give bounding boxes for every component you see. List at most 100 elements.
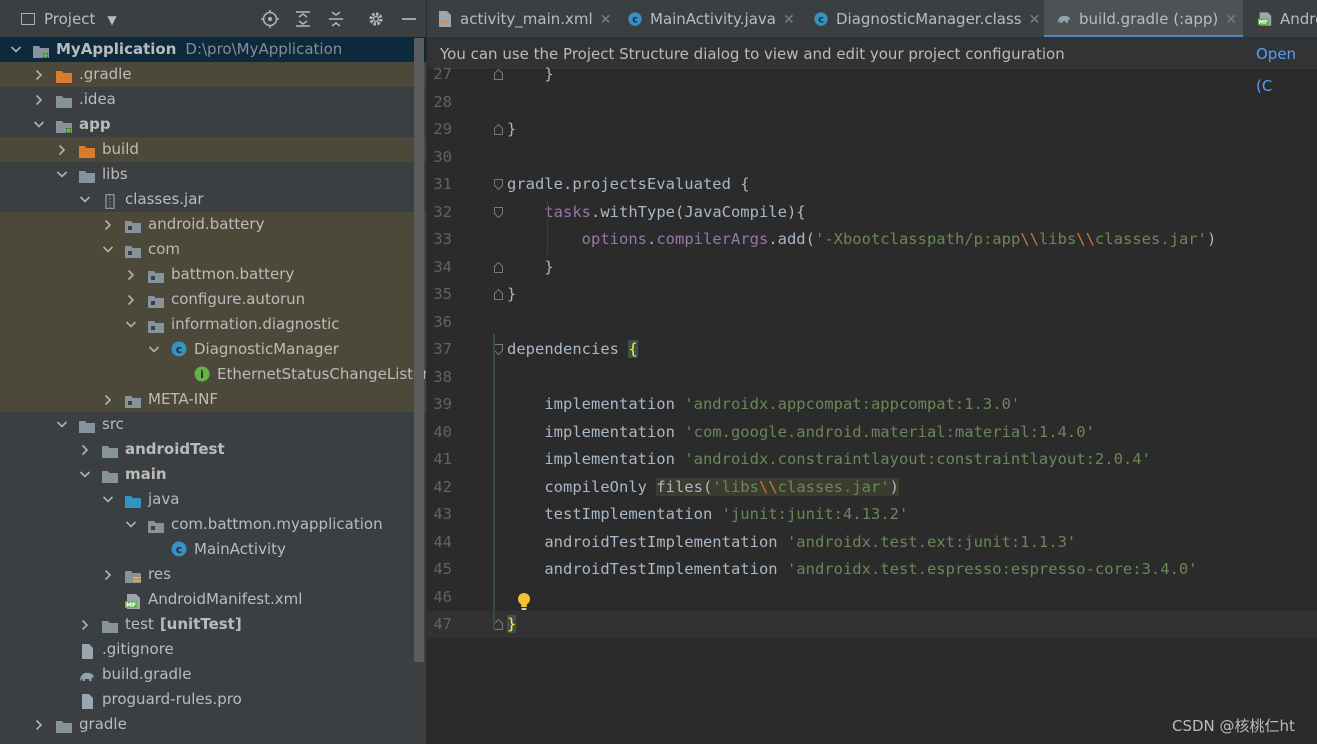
tree-node[interactable]: classes.jar bbox=[0, 187, 426, 212]
tree-node-label: information.diagnostic bbox=[171, 315, 340, 333]
fold-start-icon[interactable] bbox=[494, 344, 503, 355]
fold-end-icon[interactable] bbox=[494, 619, 503, 630]
code-line[interactable]: 42 compileOnly files('libs\\classes.jar'… bbox=[427, 474, 1317, 501]
close-icon[interactable]: ✕ bbox=[1029, 12, 1041, 28]
locate-target-icon[interactable] bbox=[260, 9, 280, 29]
code-line[interactable]: 35} bbox=[427, 281, 1317, 308]
tree-node[interactable]: MF AndroidManifest.xml bbox=[0, 587, 426, 612]
tree-node[interactable]: libs bbox=[0, 162, 426, 187]
fold-end-icon[interactable] bbox=[494, 69, 503, 80]
tree-node[interactable]: app bbox=[0, 112, 426, 137]
code-line[interactable]: 32 tasks.withType(JavaCompile){ bbox=[427, 199, 1317, 226]
chevron-down-icon[interactable] bbox=[33, 112, 45, 137]
tree-node[interactable]: configure.autorun bbox=[0, 287, 426, 312]
tree-node[interactable]: battmon.battery bbox=[0, 262, 426, 287]
code-line[interactable]: 46 bbox=[427, 584, 1317, 611]
close-icon[interactable]: ✕ bbox=[783, 12, 795, 28]
chevron-right-icon[interactable] bbox=[56, 137, 68, 162]
chevron-right-icon[interactable] bbox=[102, 562, 114, 587]
chevron-down-icon[interactable] bbox=[125, 512, 137, 537]
tree-node[interactable]: proguard-rules.pro bbox=[0, 687, 426, 712]
tree-node[interactable]: com bbox=[0, 237, 426, 262]
editor-tab[interactable]: c DiagnosticManager.class ✕ bbox=[801, 0, 1042, 37]
fold-end-icon[interactable] bbox=[494, 261, 503, 273]
close-icon[interactable]: ✕ bbox=[600, 12, 612, 28]
editor-tab[interactable]: c MainActivity.java ✕ bbox=[615, 0, 799, 37]
chevron-right-icon[interactable] bbox=[125, 287, 137, 312]
tree-node[interactable]: .gitignore bbox=[0, 637, 426, 662]
editor-tab[interactable]: MF Andro bbox=[1245, 0, 1317, 37]
tree-node[interactable]: c MainActivity bbox=[0, 537, 426, 562]
chevron-down-icon[interactable] bbox=[79, 462, 91, 487]
chevron-right-icon[interactable] bbox=[79, 437, 91, 462]
chevron-right-icon[interactable] bbox=[79, 612, 91, 637]
project-view-selector[interactable]: Project ▼ bbox=[21, 10, 117, 28]
chevron-right-icon[interactable] bbox=[33, 62, 45, 87]
tree-node[interactable]: i EthernetStatusChangeListene bbox=[0, 362, 426, 387]
code-line[interactable]: 45 androidTestImplementation 'androidx.t… bbox=[427, 556, 1317, 583]
tree-node[interactable]: gradle bbox=[0, 712, 426, 737]
hide-panel-icon[interactable] bbox=[399, 9, 419, 29]
project-toolbar: Project ▼ bbox=[0, 0, 426, 38]
chevron-right-icon[interactable] bbox=[102, 387, 114, 412]
tree-node[interactable]: build bbox=[0, 137, 426, 162]
fold-start-icon[interactable] bbox=[494, 179, 503, 190]
intention-bulb-icon[interactable] bbox=[517, 592, 531, 612]
tree-node[interactable]: .idea bbox=[0, 87, 426, 112]
chevron-down-icon[interactable] bbox=[56, 162, 68, 187]
expand-all-icon[interactable] bbox=[293, 9, 313, 29]
code-line[interactable]: 34 } bbox=[427, 254, 1317, 281]
chevron-down-icon[interactable] bbox=[125, 312, 137, 337]
close-icon[interactable]: ✕ bbox=[1225, 12, 1237, 28]
tree-node[interactable]: information.diagnostic bbox=[0, 312, 426, 337]
tree-node[interactable]: .gradle bbox=[0, 62, 426, 87]
code-line[interactable]: 38 bbox=[427, 364, 1317, 391]
tree-node[interactable]: c DiagnosticManager bbox=[0, 337, 426, 362]
chevron-down-icon[interactable] bbox=[102, 237, 114, 262]
tree-node[interactable]: java bbox=[0, 487, 426, 512]
tree-node-label: MyApplication D:\pro\MyApplication bbox=[56, 40, 343, 58]
code-line[interactable]: 28 bbox=[427, 89, 1317, 116]
chevron-right-icon[interactable] bbox=[102, 212, 114, 237]
tree-node[interactable]: com.battmon.myapplication bbox=[0, 512, 426, 537]
code-line[interactable]: 30 bbox=[427, 144, 1317, 171]
gear-icon[interactable] bbox=[366, 9, 386, 29]
fold-end-icon[interactable] bbox=[494, 289, 503, 300]
fold-start-icon[interactable] bbox=[494, 206, 503, 218]
chevron-right-icon[interactable] bbox=[33, 87, 45, 112]
code-line[interactable]: 33 options.compilerArgs.add('-Xbootclass… bbox=[427, 226, 1317, 253]
tree-node[interactable]: META-INF bbox=[0, 387, 426, 412]
chevron-right-icon[interactable] bbox=[33, 712, 45, 737]
tree-node[interactable]: androidTest bbox=[0, 437, 426, 462]
chevron-down-icon[interactable] bbox=[79, 187, 91, 212]
collapse-all-icon[interactable] bbox=[326, 9, 346, 29]
tree-node[interactable]: test [unitTest] bbox=[0, 612, 426, 637]
tree-node[interactable]: MyApplication D:\pro\MyApplication bbox=[0, 37, 426, 62]
code-line[interactable]: 27 } bbox=[427, 61, 1317, 88]
code-line[interactable]: 39 implementation 'androidx.appcompat:ap… bbox=[427, 391, 1317, 418]
tree-scrollbar[interactable] bbox=[414, 38, 424, 662]
code-line[interactable]: 37 dependencies { bbox=[427, 336, 1317, 363]
code-line[interactable]: 41 implementation 'androidx.constraintla… bbox=[427, 446, 1317, 473]
code-line[interactable]: 43 testImplementation 'junit:junit:4.13.… bbox=[427, 501, 1317, 528]
chevron-down-icon[interactable] bbox=[10, 37, 22, 62]
code-line[interactable]: 47} bbox=[427, 611, 1317, 638]
code-editor[interactable]: 27 } 28 29} 30 31 gradle.projectsEvaluated {3… bbox=[427, 65, 1317, 744]
tree-node[interactable]: main bbox=[0, 462, 426, 487]
tree-node[interactable]: src bbox=[0, 412, 426, 437]
chevron-down-icon[interactable] bbox=[148, 337, 160, 362]
editor-tab[interactable]: build.gradle (:app) ✕ bbox=[1044, 0, 1243, 37]
tree-node[interactable]: build.gradle bbox=[0, 662, 426, 687]
code-line[interactable]: 44 androidTestImplementation 'androidx.t… bbox=[427, 529, 1317, 556]
code-line[interactable]: 36 bbox=[427, 309, 1317, 336]
chevron-down-icon[interactable] bbox=[56, 412, 68, 437]
fold-end-icon[interactable] bbox=[494, 124, 503, 135]
chevron-right-icon[interactable] bbox=[125, 262, 137, 287]
code-line[interactable]: 31 gradle.projectsEvaluated { bbox=[427, 171, 1317, 198]
code-line[interactable]: 40 implementation 'com.google.android.ma… bbox=[427, 419, 1317, 446]
tree-node[interactable]: android.battery bbox=[0, 212, 426, 237]
code-line[interactable]: 29} bbox=[427, 116, 1317, 143]
editor-tab[interactable]: <> activity_main.xml ✕ bbox=[427, 0, 613, 37]
tree-node[interactable]: res bbox=[0, 562, 426, 587]
chevron-down-icon[interactable] bbox=[102, 487, 114, 512]
